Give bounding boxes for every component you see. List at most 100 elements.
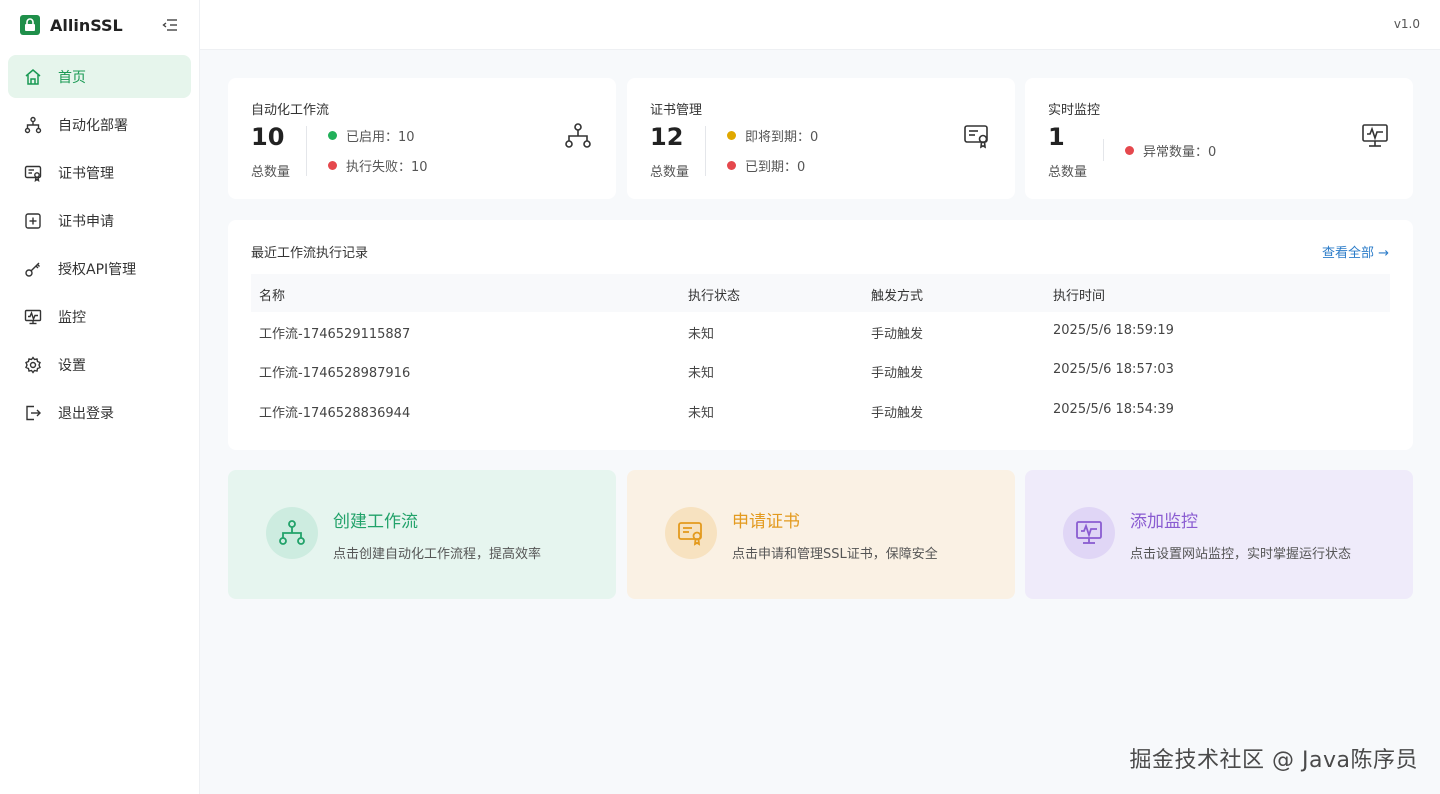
workflow-icon <box>24 116 42 134</box>
column-header-name: 名称 <box>259 289 286 304</box>
column-header-trigger: 触发方式 <box>871 289 924 304</box>
watermark-text: 掘金技术社区 @ Java陈序员 <box>1129 748 1418 773</box>
stat-abnormal-text: 异常数量：0 <box>1143 145 1217 160</box>
stat-title: 证书管理 <box>650 103 703 118</box>
sidebar-item-label: 证书管理 <box>58 165 114 182</box>
monitor-icon <box>1063 507 1115 559</box>
brand: AllinSSL <box>0 0 199 50</box>
monitor-icon <box>1361 122 1389 150</box>
row-status: 未知 <box>688 406 715 421</box>
stat-count-label: 总数量 <box>1048 165 1088 180</box>
cert-stat-card[interactable]: 证书管理 12 总数量 即将到期：0 已到期：0 <box>627 78 1015 199</box>
app-name: AllinSSL <box>50 15 123 35</box>
stat-count-label: 总数量 <box>650 165 690 180</box>
table-header: 名称 执行状态 触发方式 执行时间 <box>251 274 1390 312</box>
sidebar-item-label: 首页 <box>58 69 86 86</box>
stat-enabled: 已启用：10 <box>328 126 415 145</box>
row-trigger: 手动触发 <box>871 327 924 342</box>
action-title: 申请证书 <box>732 512 800 532</box>
status-dot-green <box>328 131 337 140</box>
certificate-icon <box>24 164 42 182</box>
action-desc: 点击申请和管理SSL证书，保障安全 <box>732 547 938 562</box>
view-all-link[interactable]: 查看全部 → <box>1322 242 1389 261</box>
action-desc: 点击设置网站监控，实时掌握运行状态 <box>1130 547 1352 562</box>
table-row[interactable]: 工作流-1746529115887 未知 手动触发 2025/5/6 18:59… <box>251 312 1390 351</box>
stat-divider <box>1103 139 1104 161</box>
gear-icon <box>24 355 42 374</box>
stat-enabled-text: 已启用：10 <box>346 130 415 145</box>
status-dot-yellow <box>727 131 736 140</box>
top-header: v1.0 <box>200 0 1440 50</box>
table-row[interactable]: 工作流-1746528836944 未知 手动触发 2025/5/6 18:54… <box>251 391 1390 430</box>
workflow-icon <box>564 122 592 150</box>
stat-expired: 已到期：0 <box>727 156 805 175</box>
apply-cert-card[interactable]: 申请证书 点击申请和管理SSL证书，保障安全 <box>627 470 1015 599</box>
sidebar: AllinSSL 首页 自动化部署 证书管理 证书申请 授权API管理 监控 设… <box>0 0 200 794</box>
sidebar-item-label: 自动化部署 <box>58 117 128 134</box>
add-monitor-card[interactable]: 添加监控 点击设置网站监控，实时掌握运行状态 <box>1025 470 1413 599</box>
row-name: 工作流-1746529115887 <box>259 327 411 342</box>
app-logo-icon <box>20 15 40 35</box>
row-name: 工作流-1746528836944 <box>259 406 411 421</box>
sidebar-item-label: 证书申请 <box>58 213 114 230</box>
sidebar-item-label: 监控 <box>58 309 86 326</box>
stat-expiring: 即将到期：0 <box>727 126 818 145</box>
section-title: 最近工作流执行记录 <box>251 246 369 261</box>
stat-count: 1 <box>1048 123 1065 151</box>
monitor-icon <box>24 308 42 326</box>
stat-count: 10 <box>251 123 285 151</box>
row-time: 2025/5/6 18:59:19 <box>1053 323 1174 338</box>
sidebar-item-cert-apply[interactable]: 证书申请 <box>8 199 191 242</box>
stat-divider <box>306 126 307 176</box>
create-workflow-card[interactable]: 创建工作流 点击创建自动化工作流程，提高效率 <box>228 470 616 599</box>
certificate-icon <box>963 122 991 150</box>
api-key-icon <box>24 260 42 278</box>
row-trigger: 手动触发 <box>871 406 924 421</box>
action-desc: 点击创建自动化工作流程，提高效率 <box>333 547 542 562</box>
column-header-time: 执行时间 <box>1053 289 1106 304</box>
status-dot-red <box>1125 146 1134 155</box>
sidebar-item-deploy[interactable]: 自动化部署 <box>8 103 191 146</box>
stat-count: 12 <box>650 123 684 151</box>
certificate-icon <box>665 507 717 559</box>
row-time: 2025/5/6 18:54:39 <box>1053 402 1174 417</box>
sidebar-item-label: 设置 <box>58 357 86 374</box>
stat-title: 自动化工作流 <box>251 103 330 118</box>
status-dot-red <box>727 161 736 170</box>
action-title: 创建工作流 <box>333 512 418 532</box>
sidebar-item-api[interactable]: 授权API管理 <box>8 247 191 290</box>
action-title: 添加监控 <box>1130 512 1198 532</box>
recent-workflow-card: 最近工作流执行记录 查看全部 → 名称 执行状态 触发方式 执行时间 工作流-1… <box>228 220 1413 450</box>
row-name: 工作流-1746528987916 <box>259 366 411 381</box>
sidebar-item-cert-manage[interactable]: 证书管理 <box>8 151 191 194</box>
stat-count-label: 总数量 <box>251 165 291 180</box>
sidebar-item-label: 授权API管理 <box>58 261 137 278</box>
stat-title: 实时监控 <box>1048 103 1101 118</box>
stat-failed: 执行失败：10 <box>328 156 428 175</box>
row-status: 未知 <box>688 366 715 381</box>
sidebar-menu: 首页 自动化部署 证书管理 证书申请 授权API管理 监控 设置 退出登录 <box>0 50 199 444</box>
stat-expiring-text: 即将到期：0 <box>745 130 819 145</box>
row-trigger: 手动触发 <box>871 366 924 381</box>
stat-expired-text: 已到期：0 <box>745 160 806 175</box>
stat-divider <box>705 126 706 176</box>
sidebar-item-home[interactable]: 首页 <box>8 55 191 98</box>
status-dot-red <box>328 161 337 170</box>
sidebar-item-settings[interactable]: 设置 <box>8 343 191 386</box>
home-icon <box>24 68 42 86</box>
monitor-stat-card[interactable]: 实时监控 1 总数量 异常数量：0 <box>1025 78 1413 199</box>
column-header-status: 执行状态 <box>688 289 741 304</box>
stat-failed-text: 执行失败：10 <box>346 160 428 175</box>
sidebar-item-label: 退出登录 <box>58 405 114 422</box>
sidebar-item-monitor[interactable]: 监控 <box>8 295 191 338</box>
logout-icon <box>24 404 42 422</box>
workflow-stat-card[interactable]: 自动化工作流 10 总数量 已启用：10 执行失败：10 <box>228 78 616 199</box>
table-row[interactable]: 工作流-1746528987916 未知 手动触发 2025/5/6 18:57… <box>251 351 1390 390</box>
row-status: 未知 <box>688 327 715 342</box>
stat-abnormal: 异常数量：0 <box>1125 141 1216 160</box>
collapse-menu-icon[interactable] <box>161 16 179 34</box>
sidebar-item-logout[interactable]: 退出登录 <box>8 391 191 434</box>
row-time: 2025/5/6 18:57:03 <box>1053 362 1174 377</box>
workflow-icon <box>266 507 318 559</box>
version-label: v1.0 <box>1393 17 1420 31</box>
